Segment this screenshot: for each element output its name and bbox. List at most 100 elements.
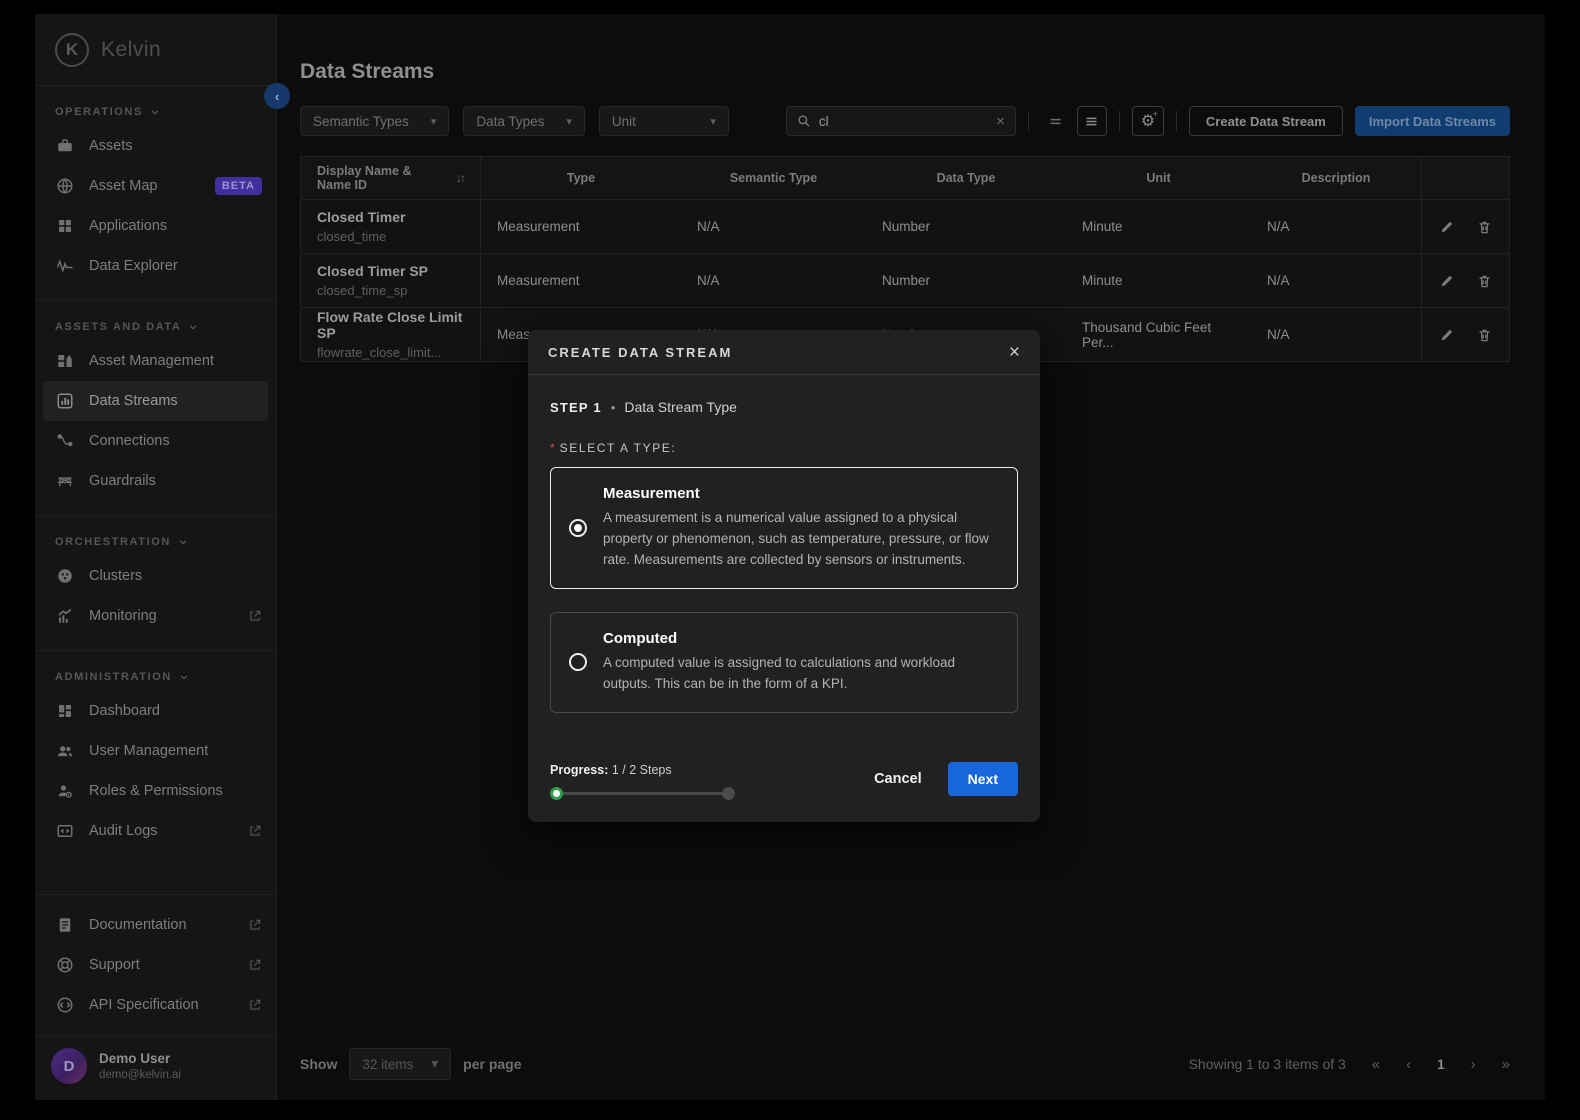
radio-unselected-icon[interactable] bbox=[569, 653, 587, 672]
sidebar-item-asset-management[interactable]: Asset Management bbox=[35, 341, 276, 381]
close-icon[interactable]: × bbox=[1009, 343, 1020, 362]
cell-display-name: Flow Rate Close Limit SP flowrate_close_… bbox=[301, 308, 481, 361]
caret-down-icon: ▾ bbox=[430, 115, 437, 128]
sidebar-item-label: Data Streams bbox=[89, 393, 178, 409]
sidebar-item-api-specification[interactable]: API Specification bbox=[35, 985, 276, 1025]
section-header-orchestration[interactable]: ORCHESTRATION bbox=[35, 530, 276, 556]
measurement-option[interactable]: Measurement A measurement is a numerical… bbox=[550, 467, 1018, 589]
page-size-select[interactable]: 32 items ▾ bbox=[349, 1048, 452, 1080]
user-name: Demo User bbox=[99, 1051, 171, 1066]
cell-description: N/A bbox=[1267, 219, 1290, 234]
edit-icon[interactable] bbox=[1439, 219, 1455, 235]
curve-link-icon bbox=[55, 431, 75, 451]
section-label: OPERATIONS bbox=[55, 106, 143, 118]
section-header-operations[interactable]: OPERATIONS bbox=[35, 100, 276, 126]
create-data-stream-button[interactable]: Create Data Stream bbox=[1188, 106, 1343, 136]
semantic-types-filter[interactable]: Semantic Types ▾ bbox=[300, 106, 450, 136]
asset-blocks-icon bbox=[55, 351, 75, 371]
section-header-assets-and-data[interactable]: ASSETS AND DATA bbox=[35, 315, 276, 341]
per-page-label: per page bbox=[463, 1056, 522, 1072]
next-page-button[interactable]: › bbox=[1471, 1056, 1476, 1073]
sidebar-item-applications[interactable]: Applications bbox=[35, 206, 276, 246]
prev-page-button[interactable]: ‹ bbox=[1406, 1056, 1411, 1073]
next-button[interactable]: Next bbox=[947, 761, 1018, 796]
sidebar-item-dashboard[interactable]: Dashboard bbox=[35, 691, 276, 731]
data-types-filter[interactable]: Data Types ▾ bbox=[463, 106, 585, 136]
sidebar: K Kelvin OPERATIONS Assets Asset Map BET… bbox=[35, 14, 277, 1100]
current-page[interactable]: 1 bbox=[1437, 1057, 1445, 1072]
sidebar-item-label: Connections bbox=[89, 433, 170, 449]
edit-icon[interactable] bbox=[1439, 273, 1455, 289]
compact-view-toggle[interactable] bbox=[1041, 106, 1071, 136]
option-title: Computed bbox=[603, 629, 678, 647]
modal-body: STEP 1 • Data Stream Type * SELECT A TYP… bbox=[528, 375, 1040, 713]
delete-icon[interactable] bbox=[1477, 327, 1492, 343]
cell-actions bbox=[1421, 254, 1509, 307]
name-id: flowrate_close_limit... bbox=[317, 345, 442, 360]
sidebar-collapse-button[interactable]: ‹ bbox=[264, 83, 290, 109]
filter-label: Semantic Types bbox=[313, 113, 409, 129]
import-data-streams-button[interactable]: Import Data Streams bbox=[1354, 106, 1510, 136]
sidebar-item-data-streams[interactable]: Data Streams bbox=[43, 381, 268, 421]
sidebar-item-roles-permissions[interactable]: Roles & Permissions bbox=[35, 771, 276, 811]
clear-search-icon[interactable]: × bbox=[996, 113, 1005, 130]
radio-selected-icon[interactable] bbox=[569, 518, 587, 537]
progress-line bbox=[554, 791, 731, 795]
sidebar-item-label: Audit Logs bbox=[89, 823, 158, 839]
search-box: × bbox=[785, 106, 1016, 136]
step-name: Data Stream Type bbox=[624, 399, 737, 415]
user-profile[interactable]: D Demo User demo@kelvin.ai bbox=[35, 1035, 276, 1100]
last-page-button[interactable]: » bbox=[1502, 1056, 1510, 1073]
sidebar-item-monitoring[interactable]: Monitoring bbox=[35, 596, 276, 636]
sidebar-item-connections[interactable]: Connections bbox=[35, 421, 276, 461]
list-icon bbox=[1086, 117, 1097, 125]
cancel-button[interactable]: Cancel bbox=[874, 771, 922, 787]
sidebar-item-label: Guardrails bbox=[89, 473, 156, 489]
sort-icon[interactable]: ↓↑ bbox=[456, 171, 466, 185]
list-view-toggle[interactable] bbox=[1076, 106, 1107, 136]
external-link-icon bbox=[248, 998, 262, 1012]
delete-icon[interactable] bbox=[1477, 219, 1492, 235]
select-type-label: * SELECT A TYPE: bbox=[550, 441, 1018, 455]
sidebar-item-support[interactable]: Support bbox=[35, 945, 276, 985]
compact-list-icon bbox=[1050, 118, 1061, 124]
unit-filter[interactable]: Unit ▾ bbox=[598, 106, 729, 136]
column-header-display-name[interactable]: Display Name & Name ID ↓↑ bbox=[301, 157, 481, 199]
search-input[interactable] bbox=[818, 113, 979, 129]
sidebar-item-documentation[interactable]: Documentation bbox=[35, 905, 276, 945]
waveform-icon bbox=[55, 256, 75, 276]
modal-footer: Progress: 1 / 2 Steps Cancel Next bbox=[528, 736, 1040, 822]
code-box-icon bbox=[55, 821, 75, 841]
edit-icon[interactable] bbox=[1439, 327, 1455, 343]
sidebar-item-audit-logs[interactable]: Audit Logs bbox=[35, 811, 276, 851]
sidebar-item-asset-map[interactable]: Asset Map BETA bbox=[35, 166, 276, 206]
avatar: D bbox=[51, 1048, 87, 1084]
toolbar-divider bbox=[1118, 111, 1120, 131]
table-header-row: Display Name & Name ID ↓↑ Type Semantic … bbox=[300, 156, 1510, 200]
barrier-icon bbox=[55, 471, 75, 491]
sidebar-item-data-explorer[interactable]: Data Explorer bbox=[35, 246, 276, 286]
user-gear-icon bbox=[55, 781, 75, 801]
sidebar-item-label: Roles & Permissions bbox=[89, 783, 223, 799]
delete-icon[interactable] bbox=[1477, 273, 1492, 289]
beta-badge: BETA bbox=[214, 177, 262, 195]
column-header-semantic-type: Semantic Type bbox=[681, 157, 866, 199]
progress-label: Progress: bbox=[550, 762, 609, 777]
cell-semantic-type: N/A bbox=[697, 273, 720, 288]
name-id: closed_time_sp bbox=[317, 283, 408, 298]
sidebar-item-assets[interactable]: Assets bbox=[35, 126, 276, 166]
computed-option[interactable]: Computed A computed value is assigned to… bbox=[550, 611, 1018, 713]
first-page-button[interactable]: « bbox=[1372, 1056, 1380, 1073]
cluster-circle-icon bbox=[55, 566, 75, 586]
table-settings-button[interactable]: ⚙ + bbox=[1131, 106, 1164, 136]
page-title: Data Streams bbox=[300, 60, 435, 83]
sidebar-item-guardrails[interactable]: Guardrails bbox=[35, 461, 276, 501]
modal-header: CREATE DATA STREAM × bbox=[528, 330, 1040, 375]
sidebar-item-user-management[interactable]: User Management bbox=[35, 731, 276, 771]
modal-title: CREATE DATA STREAM bbox=[548, 345, 733, 360]
section-header-administration[interactable]: ADMINISTRATION bbox=[35, 665, 276, 691]
sidebar-item-clusters[interactable]: Clusters bbox=[35, 556, 276, 596]
table-row[interactable]: Closed Timer SP closed_time_sp Measureme… bbox=[300, 254, 1510, 308]
table-row[interactable]: Closed Timer closed_time Measurement N/A… bbox=[300, 200, 1510, 254]
cell-description: N/A bbox=[1267, 273, 1290, 288]
